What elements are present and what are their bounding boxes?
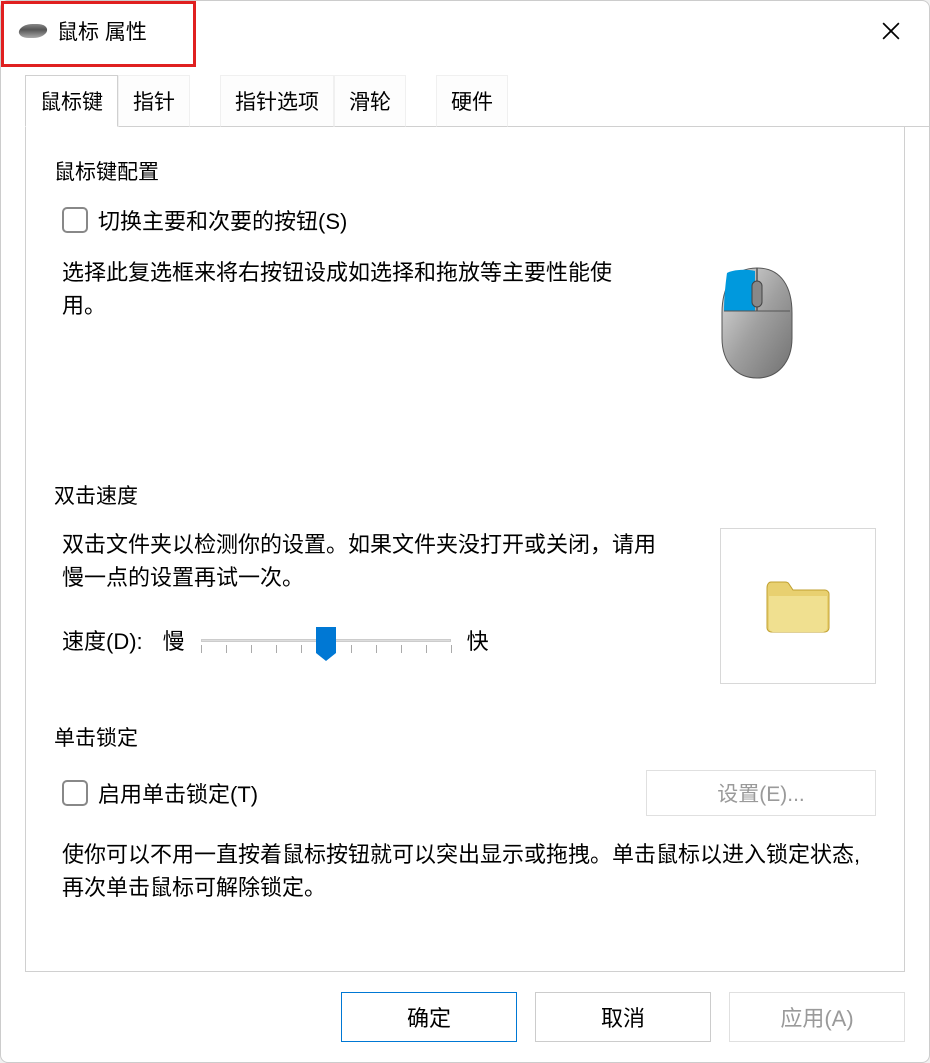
speed-label: 速度(D): (62, 624, 143, 656)
click-lock-description: 使你可以不用一直按着鼠标按钮就可以突出显示或拖拽。单击鼠标以进入锁定状态,再次单… (62, 838, 876, 904)
speed-slider[interactable] (201, 625, 451, 655)
close-icon (882, 22, 900, 40)
click-lock-checkbox[interactable] (62, 780, 88, 806)
folder-icon (763, 578, 833, 634)
double-click-group: 双击速度 双击文件夹以检测你的设置。如果文件夹没打开或关闭，请用慢一点的设置再试… (54, 480, 876, 684)
ok-button[interactable]: 确定 (341, 992, 517, 1042)
cancel-button[interactable]: 取消 (535, 992, 711, 1042)
tab-hardware[interactable]: 硬件 (436, 75, 508, 127)
window-title: 鼠标 属性 (57, 16, 147, 46)
tab-pointer-options[interactable]: 指针选项 (220, 75, 334, 127)
apply-button[interactable]: 应用(A) (729, 992, 905, 1042)
mouse-icon (17, 24, 49, 38)
double-click-description: 双击文件夹以检测你的设置。如果文件夹没打开或关闭，请用慢一点的设置再试一次。 (62, 528, 660, 594)
close-button[interactable] (861, 6, 921, 56)
switch-buttons-label: 切换主要和次要的按钮(S) (98, 204, 347, 236)
tab-pointer[interactable]: 指针 (118, 75, 190, 127)
tab-bar: 鼠标键 指针 指针选项 滑轮 硬件 (1, 75, 929, 127)
slider-thumb[interactable] (316, 627, 336, 653)
slow-label: 慢 (163, 624, 185, 656)
fast-label: 快 (467, 624, 489, 656)
dialog-footer: 确定 取消 应用(A) (1, 992, 929, 1062)
button-config-group: 鼠标键配置 切换主要和次要的按钮(S) 选择此复选框来将右按钮设成如选择和拖放等… (54, 156, 876, 442)
tab-content: 鼠标键配置 切换主要和次要的按钮(S) 选择此复选框来将右按钮设成如选择和拖放等… (25, 126, 905, 972)
button-config-title: 鼠标键配置 (54, 156, 876, 186)
mouse-image-icon (712, 263, 802, 383)
switch-buttons-checkbox[interactable] (62, 207, 88, 233)
button-config-description: 选择此复选框来将右按钮设成如选择和拖放等主要性能使用。 (62, 256, 618, 322)
tab-wheel[interactable]: 滑轮 (334, 75, 406, 127)
folder-test-area[interactable] (720, 528, 876, 684)
click-lock-label: 启用单击锁定(T) (98, 777, 258, 809)
mouse-properties-dialog: 鼠标 属性 鼠标键 指针 指针选项 滑轮 硬件 鼠标键配置 切换主要和次要的按钮… (0, 0, 930, 1063)
titlebar: 鼠标 属性 (1, 1, 929, 61)
double-click-title: 双击速度 (54, 480, 876, 510)
tab-buttons[interactable]: 鼠标键 (25, 75, 118, 127)
click-lock-group: 单击锁定 启用单击锁定(T) 设置(E)... 使你可以不用一直按着鼠标按钮就可… (54, 722, 876, 904)
mouse-preview (638, 204, 876, 442)
click-lock-settings-button[interactable]: 设置(E)... (646, 770, 876, 816)
click-lock-title: 单击锁定 (54, 722, 876, 752)
